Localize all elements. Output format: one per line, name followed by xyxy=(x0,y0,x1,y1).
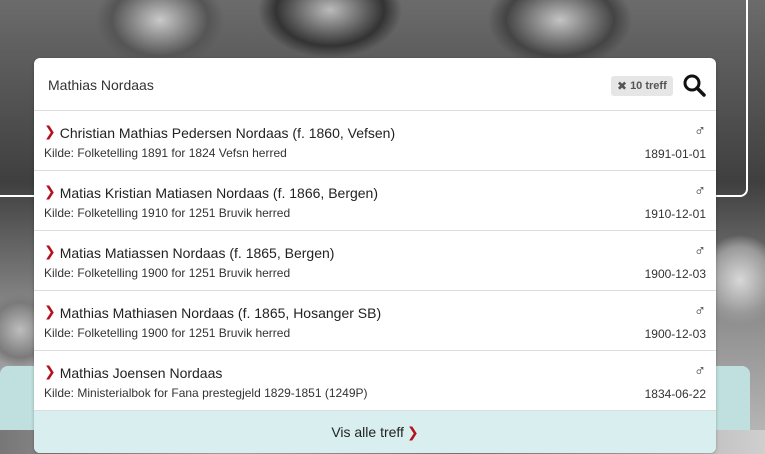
result-item[interactable]: ❯ Matias Kristian Matiasen Nordaas (f. 1… xyxy=(34,171,716,231)
result-source: Kilde: Folketelling 1910 for 1251 Bruvik… xyxy=(44,206,291,220)
chevron-right-icon: ❯ xyxy=(44,243,56,259)
result-title[interactable]: ❯ Matias Matiassen Nordaas (f. 1865, Ber… xyxy=(44,243,335,261)
result-date: 1891-01-01 xyxy=(644,147,706,161)
search-icon[interactable] xyxy=(682,73,706,97)
result-name: Christian Mathias Pedersen Nordaas (f. 1… xyxy=(59,124,396,141)
result-source: Kilde: Folketelling 1900 for 1251 Bruvik… xyxy=(44,266,291,280)
result-title[interactable]: ❯ Mathias Mathiasen Nordaas (f. 1865, Ho… xyxy=(44,303,382,321)
result-title[interactable]: ❯ Mathias Joensen Nordaas xyxy=(44,363,223,381)
male-icon: ♂ xyxy=(694,363,706,380)
chevron-right-icon: ❯ xyxy=(44,303,56,319)
result-name: Matias Matiassen Nordaas (f. 1865, Berge… xyxy=(59,244,335,261)
result-source: Kilde: Folketelling 1891 for 1824 Vefsn … xyxy=(44,146,287,160)
male-icon: ♂ xyxy=(694,243,706,260)
chevron-right-icon: ❯ xyxy=(44,363,56,379)
result-date: 1900-12-03 xyxy=(644,327,706,341)
search-input[interactable] xyxy=(48,72,588,98)
result-title[interactable]: ❯ Matias Kristian Matiasen Nordaas (f. 1… xyxy=(44,183,378,201)
clear-search-button[interactable]: ✖ 10 treff xyxy=(611,76,673,96)
chevron-right-icon: ❯ xyxy=(406,423,419,440)
male-icon: ♂ xyxy=(694,123,706,140)
show-all-label: Vis alle treff xyxy=(331,424,404,440)
chevron-right-icon: ❯ xyxy=(44,123,56,139)
search-widget: ✖ 10 treff ❯ Christian Mathias Pedersen … xyxy=(34,58,716,453)
male-icon: ♂ xyxy=(694,183,706,200)
result-date: 1900-12-03 xyxy=(644,267,706,281)
result-item[interactable]: ❯ Mathias Mathiasen Nordaas (f. 1865, Ho… xyxy=(34,291,716,351)
hits-count: 10 treff xyxy=(630,80,667,92)
close-icon: ✖ xyxy=(617,79,628,93)
result-item[interactable]: ❯ Mathias Joensen Nordaas Kilde: Ministe… xyxy=(34,351,716,411)
result-title[interactable]: ❯ Christian Mathias Pedersen Nordaas (f.… xyxy=(44,123,396,141)
search-bar: ✖ 10 treff xyxy=(34,58,716,111)
male-icon: ♂ xyxy=(694,303,706,320)
show-all-results-link[interactable]: Vis alle treff ❯ xyxy=(34,411,716,453)
result-name: Matias Kristian Matiasen Nordaas (f. 186… xyxy=(59,184,378,201)
result-item[interactable]: ❯ Christian Mathias Pedersen Nordaas (f.… xyxy=(34,111,716,171)
result-name: Mathias Joensen Nordaas xyxy=(59,364,223,381)
result-source: Kilde: Ministerialbok for Fana prestegje… xyxy=(44,386,368,400)
result-date: 1910-12-01 xyxy=(644,207,706,221)
result-item[interactable]: ❯ Matias Matiassen Nordaas (f. 1865, Ber… xyxy=(34,231,716,291)
chevron-right-icon: ❯ xyxy=(44,183,56,199)
result-date: 1834-06-22 xyxy=(644,387,706,401)
result-name: Mathias Mathiasen Nordaas (f. 1865, Hosa… xyxy=(59,304,382,321)
result-source: Kilde: Folketelling 1900 for 1251 Bruvik… xyxy=(44,326,291,340)
